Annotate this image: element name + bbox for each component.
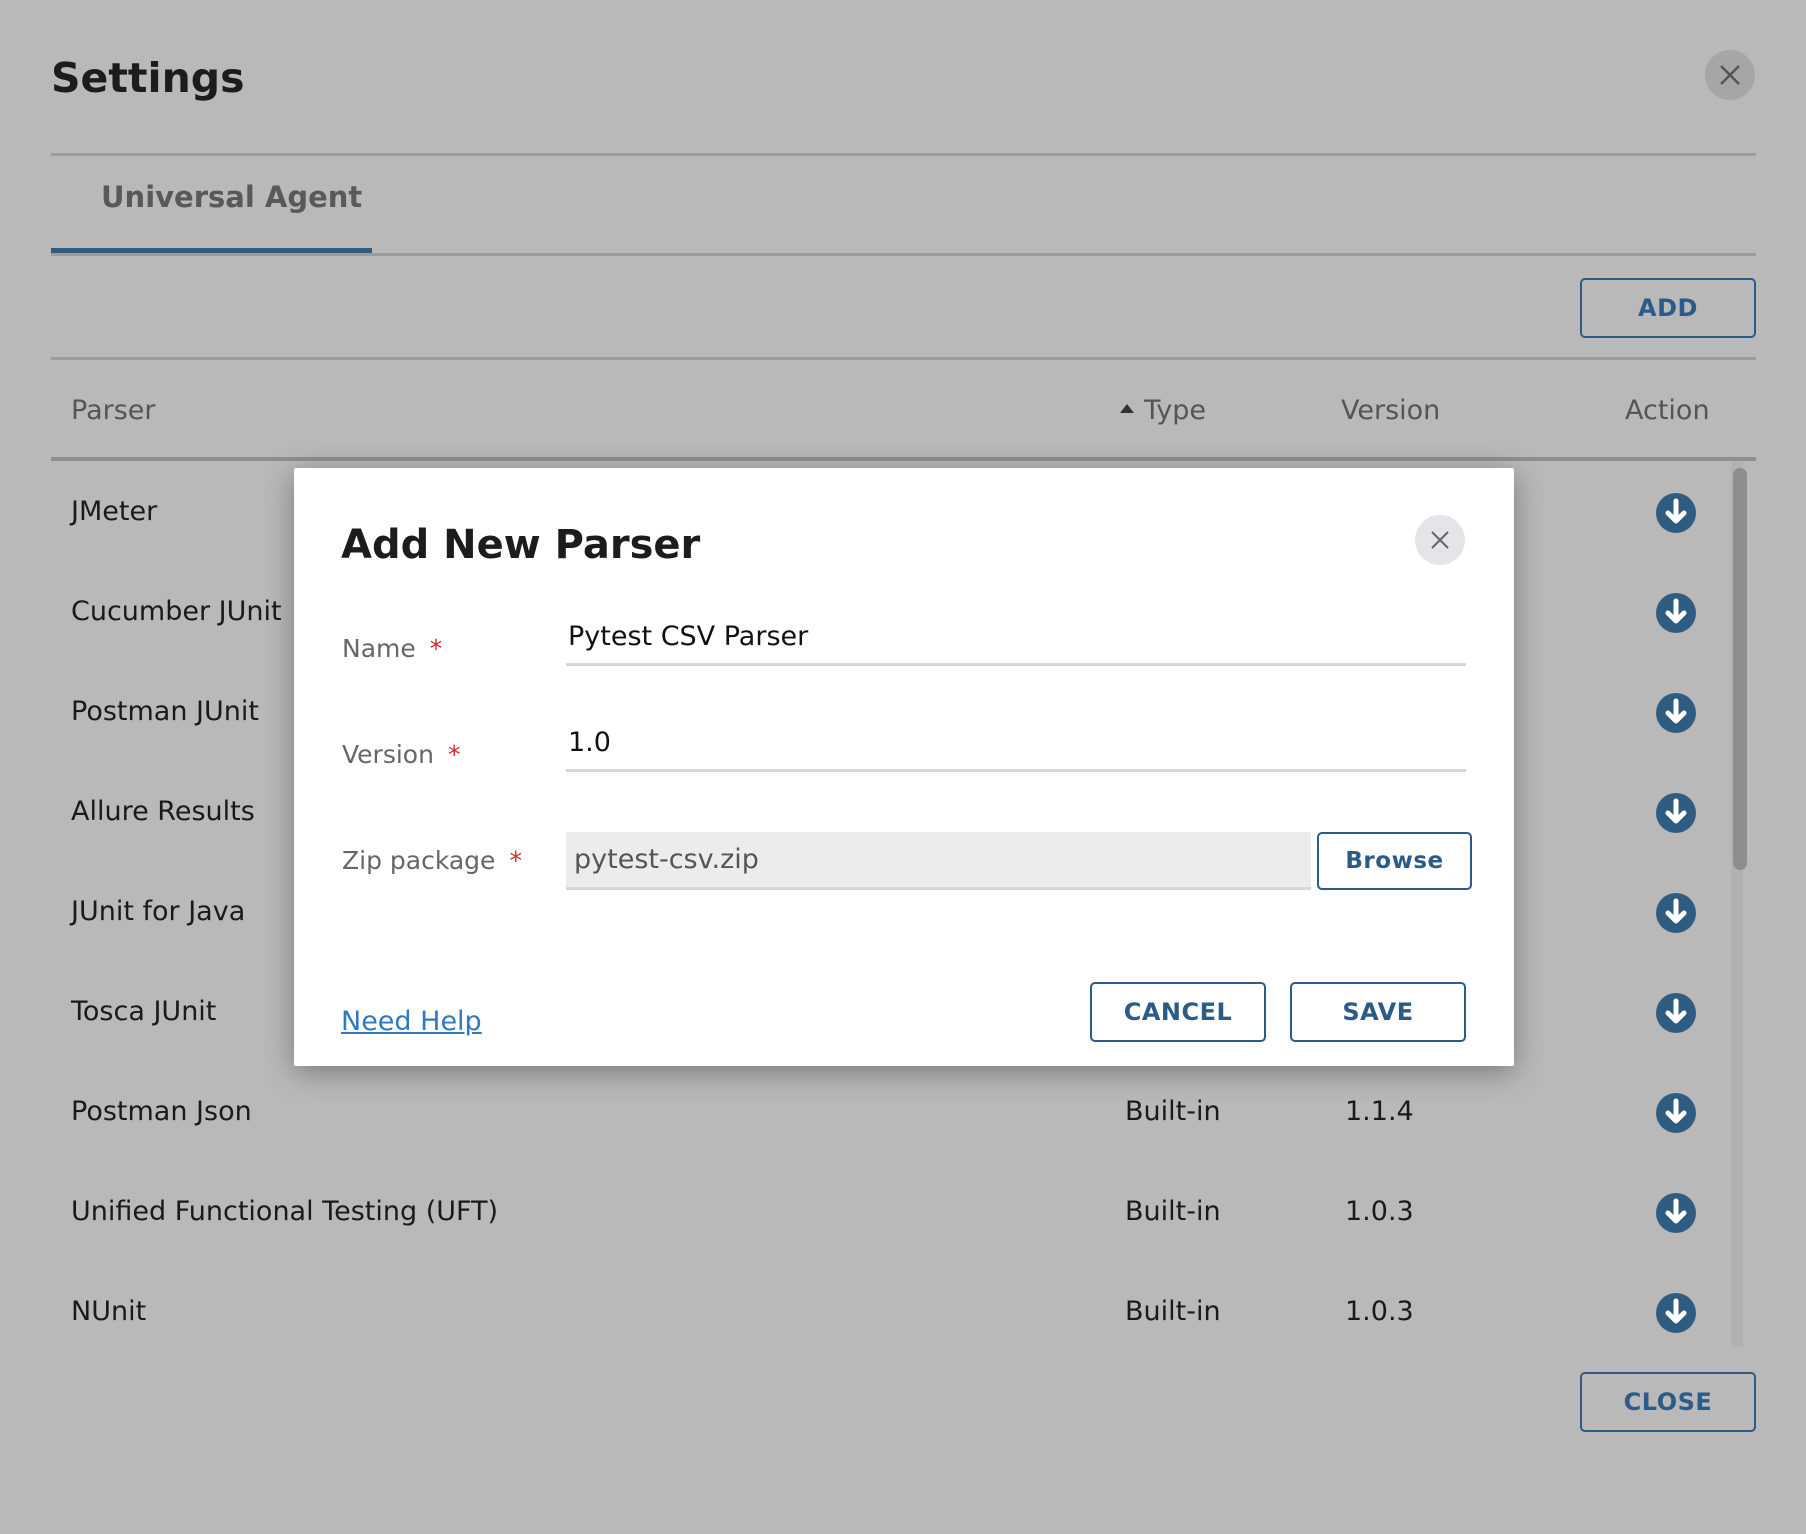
row-parser-name: JMeter: [71, 496, 158, 527]
row-parser-name: Postman JUnit: [71, 696, 259, 727]
download-circle-icon[interactable]: [1655, 1192, 1697, 1234]
save-button[interactable]: SAVE: [1290, 982, 1466, 1042]
row-version: 1.1.4: [1345, 1096, 1414, 1127]
close-button[interactable]: CLOSE: [1580, 1372, 1756, 1432]
settings-close-x-button[interactable]: [1705, 50, 1755, 100]
name-label: Name *: [342, 634, 442, 663]
required-mark: *: [447, 740, 461, 769]
zip-package-label: Zip package *: [342, 846, 522, 875]
row-type: Built-in: [1125, 1296, 1221, 1327]
divider: [51, 253, 1756, 256]
dialog-title: Add New Parser: [341, 522, 701, 568]
zip-package-label-text: Zip package: [342, 846, 496, 875]
header-divider: [51, 457, 1756, 461]
download-circle-icon[interactable]: [1655, 692, 1697, 734]
add-button[interactable]: ADD: [1580, 278, 1756, 338]
sort-ascending-icon: [1120, 404, 1134, 413]
download-circle-icon[interactable]: [1655, 992, 1697, 1034]
download-circle-icon[interactable]: [1655, 592, 1697, 634]
row-parser-name: Allure Results: [71, 796, 255, 827]
column-header-parser[interactable]: Parser: [71, 395, 156, 426]
row-version: 1.0.3: [1345, 1296, 1414, 1327]
close-icon: [1720, 65, 1740, 85]
column-header-version[interactable]: Version: [1341, 395, 1440, 426]
version-input[interactable]: [566, 716, 1466, 772]
dialog-close-x-button[interactable]: [1415, 515, 1465, 565]
need-help-link[interactable]: Need Help: [341, 1006, 482, 1037]
table-row: Unified Functional Testing (UFT) Built-i…: [51, 1162, 1731, 1262]
download-circle-icon[interactable]: [1655, 792, 1697, 834]
column-header-action: Action: [1625, 395, 1710, 426]
download-circle-icon[interactable]: [1655, 492, 1697, 534]
version-label-text: Version: [342, 740, 434, 769]
required-mark: *: [509, 846, 522, 875]
required-mark: *: [429, 634, 443, 663]
zip-package-input[interactable]: [566, 832, 1311, 890]
version-label: Version *: [342, 740, 460, 769]
row-parser-name: Unified Functional Testing (UFT): [71, 1196, 499, 1227]
row-parser-name: NUnit: [71, 1296, 147, 1327]
row-parser-name: Tosca JUnit: [71, 996, 217, 1027]
browse-button[interactable]: Browse: [1317, 832, 1472, 890]
row-parser-name: Postman Json: [71, 1096, 252, 1127]
settings-title: Settings: [51, 54, 245, 102]
row-parser-name: Cucumber JUnit: [71, 596, 282, 627]
add-parser-dialog: Add New Parser Name * Version * Zip packag…: [294, 468, 1514, 1066]
download-circle-icon[interactable]: [1655, 1292, 1697, 1334]
close-icon: [1431, 531, 1449, 549]
row-parser-name: JUnit for Java: [71, 896, 246, 927]
scrollbar-thumb[interactable]: [1733, 468, 1747, 870]
divider: [51, 357, 1756, 360]
column-header-type[interactable]: Type: [1120, 395, 1206, 426]
name-label-text: Name: [342, 634, 416, 663]
row-type: Built-in: [1125, 1196, 1221, 1227]
table-row: Postman Json Built-in 1.1.4: [51, 1062, 1731, 1162]
row-type: Built-in: [1125, 1096, 1221, 1127]
divider: [51, 153, 1756, 156]
table-row: NUnit Built-in 1.0.3: [51, 1262, 1731, 1347]
download-circle-icon[interactable]: [1655, 1092, 1697, 1134]
tab-universal-agent[interactable]: Universal Agent: [51, 180, 372, 254]
download-circle-icon[interactable]: [1655, 892, 1697, 934]
column-header-type-label: Type: [1144, 395, 1207, 426]
tab-label: Universal Agent: [101, 180, 363, 214]
name-input[interactable]: [566, 610, 1466, 666]
cancel-button[interactable]: CANCEL: [1090, 982, 1266, 1042]
row-version: 1.0.3: [1345, 1196, 1414, 1227]
